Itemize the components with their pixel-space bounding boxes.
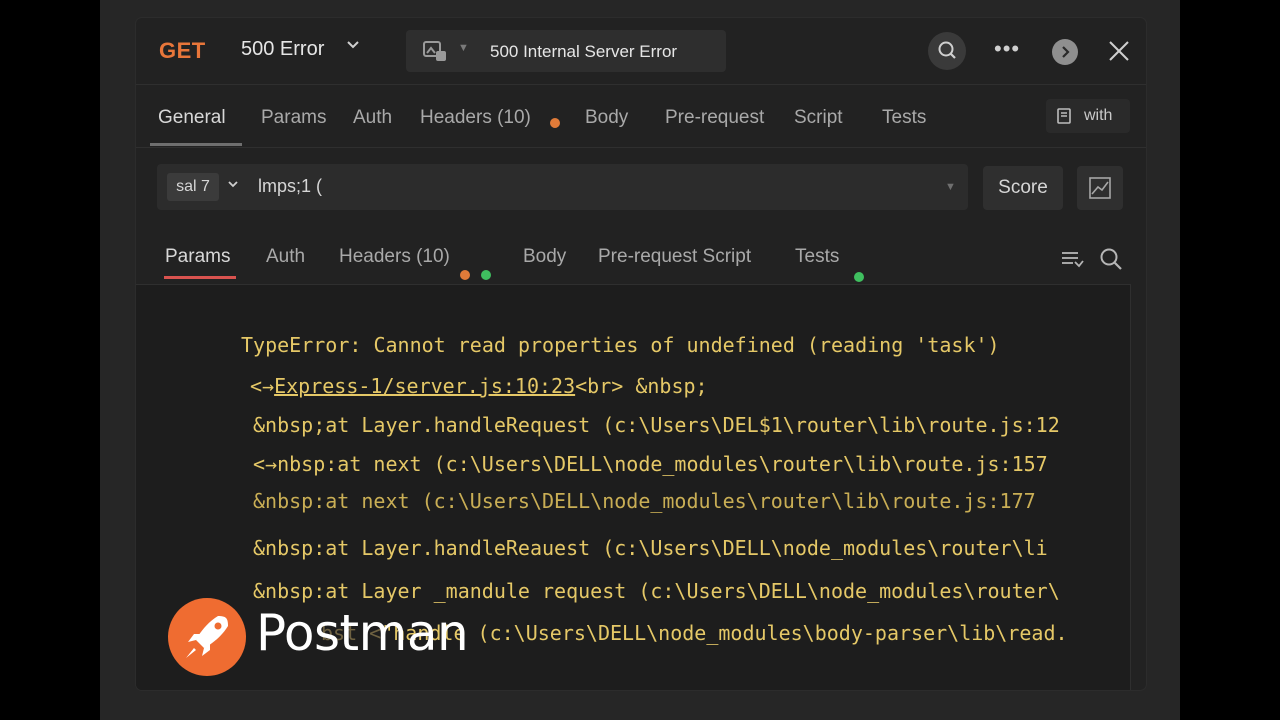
with-label: with xyxy=(1084,107,1113,124)
chart-button[interactable] xyxy=(1077,166,1123,210)
chevron-down-icon[interactable] xyxy=(346,38,360,57)
console-text: "handle (c:\Users\DELL\node_modules\body… xyxy=(381,621,1068,645)
with-button[interactable]: with xyxy=(1046,99,1130,133)
headers-green-dot xyxy=(481,270,491,280)
tab-auth[interactable]: Auth xyxy=(353,107,392,129)
tab-response-params[interactable]: Params xyxy=(165,246,230,268)
brand-name: Postman xyxy=(256,604,469,662)
url-bar[interactable]: sal 7 lmps;1 ( ▼ xyxy=(157,164,968,210)
tab-response-pre-request-script[interactable]: Pre-request Script xyxy=(598,246,751,268)
search-button[interactable] xyxy=(928,32,966,70)
http-method[interactable]: GET xyxy=(159,38,206,64)
rocket-icon xyxy=(186,616,228,658)
caret-down-icon[interactable]: ▼ xyxy=(458,42,469,54)
environment-selector[interactable]: sal 7 xyxy=(167,173,219,201)
chevron-right-icon xyxy=(1062,46,1070,58)
console-line: &nbsp;at Layer.handleRequest (c:\Users\D… xyxy=(253,413,1060,437)
postman-window: GET 500 Error ▼ 500 Internal Server Erro… xyxy=(136,18,1146,690)
title-bar: GET 500 Error ▼ 500 Internal Server Erro… xyxy=(136,18,1146,85)
caret-down-icon[interactable]: ▼ xyxy=(945,181,956,193)
tab-headers[interactable]: Headers (10) xyxy=(420,107,531,129)
console-line: &nbsp:at Layer.handleReauest (c:\Users\D… xyxy=(253,536,1048,560)
format-icon[interactable] xyxy=(1060,248,1084,270)
tab-params[interactable]: Params xyxy=(261,107,326,129)
document-icon xyxy=(1056,107,1074,125)
search-icon[interactable] xyxy=(1098,246,1124,272)
tab-general[interactable]: General xyxy=(158,107,226,129)
tests-green-dot xyxy=(854,272,864,282)
request-name[interactable]: 500 Error xyxy=(241,38,324,61)
chevron-down-icon[interactable] xyxy=(227,177,239,193)
headers-status-dot xyxy=(550,118,560,128)
search-icon xyxy=(938,41,956,59)
more-icon[interactable]: ••• xyxy=(994,36,1020,62)
console-line: <→Express-1/server.js:10:23<br> &nbsp; xyxy=(250,374,708,398)
request-tabs: General Params Auth Headers (10) Body Pr… xyxy=(136,85,1146,148)
console-line: &nbsp:at next (c:\Users\DELL\node_module… xyxy=(253,489,1036,513)
console-line: &nbsp:at Layer _mandule request (c:\User… xyxy=(253,579,1060,603)
run-button[interactable] xyxy=(1052,39,1078,65)
tab-response-headers[interactable]: Headers (10) xyxy=(339,246,450,268)
score-button[interactable]: Score xyxy=(983,166,1063,210)
status-pill[interactable]: ▼ 500 Internal Server Error xyxy=(406,30,726,72)
active-tab-indicator xyxy=(164,276,236,279)
tab-response-body[interactable]: Body xyxy=(523,246,566,268)
postman-logo xyxy=(168,598,246,676)
tab-response-auth[interactable]: Auth xyxy=(266,246,305,268)
tab-tests[interactable]: Tests xyxy=(882,107,926,129)
url-input[interactable]: lmps;1 ( xyxy=(258,176,322,197)
tab-pre-request[interactable]: Pre-request xyxy=(665,107,764,129)
headers-orange-dot xyxy=(460,270,470,280)
tab-response-tests[interactable]: Tests xyxy=(795,246,839,268)
stack-trace-link[interactable]: Express-1/server.js:10:23 xyxy=(274,374,575,398)
status-text: 500 Internal Server Error xyxy=(490,42,678,61)
active-tab-indicator xyxy=(150,143,242,146)
close-icon[interactable] xyxy=(1106,38,1132,64)
console-text: <→ xyxy=(250,374,275,398)
image-icon xyxy=(422,38,448,64)
tab-body[interactable]: Body xyxy=(585,107,628,129)
console-error-line: TypeError: Cannot read properties of und… xyxy=(241,333,1000,357)
chart-icon xyxy=(1089,177,1111,199)
console-text: <br> &nbsp; xyxy=(575,374,708,398)
response-tabs: Params Auth Headers (10) Body Pre-reques… xyxy=(136,238,1146,282)
console-line: <→nbsp:at next (c:\Users\DELL\node_modul… xyxy=(253,452,1048,476)
tab-script[interactable]: Script xyxy=(794,107,843,129)
